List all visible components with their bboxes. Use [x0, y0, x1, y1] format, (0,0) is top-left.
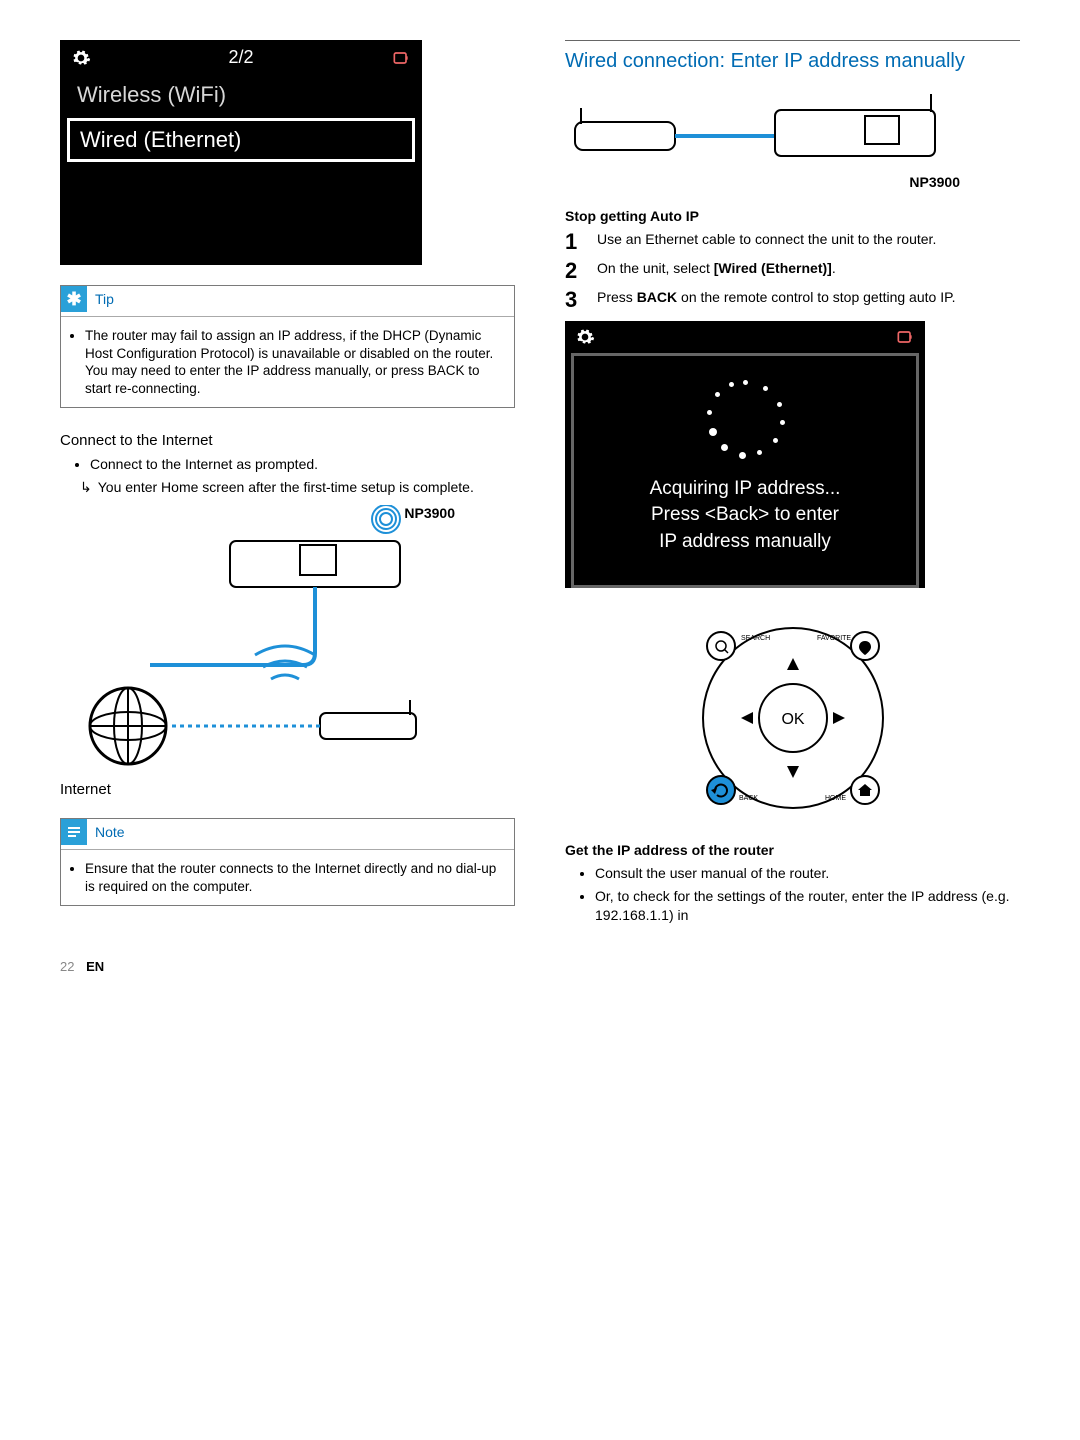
- note-title: Note: [95, 824, 125, 840]
- connect-internet-heading: Connect to the Internet: [60, 432, 515, 449]
- page-number: 22: [60, 959, 74, 974]
- acquiring-ip-screen: Acquiring IP address... Press <Back> to …: [565, 321, 925, 589]
- connect-internet-b1: Connect to the Internet as prompted.: [90, 455, 515, 474]
- tip-icon: ✱: [61, 286, 87, 312]
- internet-diagram: NP3900: [60, 505, 515, 775]
- remote-control: OK SEARCH FAVORITE BACK: [565, 618, 1020, 818]
- internet-label: Internet: [60, 781, 515, 798]
- get-ip-b2: Or, to check for the settings of the rou…: [595, 887, 1020, 925]
- battery-icon: [391, 49, 411, 67]
- gear-icon: [71, 48, 91, 68]
- battery-icon: [895, 328, 915, 346]
- tip-callout: ✱ Tip The router may fail to assign an I…: [60, 285, 515, 408]
- connect-internet-sub1: You enter Home screen after the first-ti…: [98, 478, 474, 497]
- favorite-label: FAVORITE: [817, 635, 851, 642]
- stop-auto-ip-heading: Stop getting Auto IP: [565, 208, 1020, 224]
- spinner-line2: Press <Back> to enter: [594, 502, 896, 529]
- home-label: HOME: [825, 795, 846, 802]
- spinner-line3: IP address manually: [594, 529, 896, 556]
- step-3: Press BACK on the remote control to stop…: [565, 288, 1020, 307]
- note-body: Ensure that the router connects to the I…: [85, 860, 504, 895]
- spinner-icon: [705, 380, 785, 460]
- note-icon: [61, 819, 87, 845]
- np3900-label: NP3900: [404, 505, 455, 521]
- tip-title: Tip: [95, 291, 114, 307]
- get-ip-heading: Get the IP address of the router: [565, 842, 1020, 858]
- result-arrow-icon: ↳: [80, 478, 92, 497]
- step-1: Use an Ethernet cable to connect the uni…: [565, 230, 1020, 249]
- note-callout: Note Ensure that the router connects to …: [60, 818, 515, 906]
- page-footer: 22 EN: [60, 959, 1020, 974]
- search-label: SEARCH: [741, 635, 770, 642]
- page-lang: EN: [86, 959, 104, 974]
- step-2: On the unit, select [Wired (Ethernet)].: [565, 259, 1020, 278]
- wired-manual-heading: Wired connection: Enter IP address manua…: [565, 49, 1020, 74]
- back-label: BACK: [739, 795, 758, 802]
- gear-icon: [575, 327, 595, 347]
- spinner-line1: Acquiring IP address...: [594, 476, 896, 503]
- page-indicator: 2/2: [91, 47, 391, 68]
- get-ip-b1: Consult the user manual of the router.: [595, 864, 1020, 883]
- menu-item-ethernet[interactable]: Wired (Ethernet): [67, 118, 415, 162]
- device-menu-screen: 2/2 Wireless (WiFi) Wired (Ethernet): [60, 40, 422, 265]
- np3900-label-2: NP3900: [565, 174, 1020, 190]
- menu-item-wifi[interactable]: Wireless (WiFi): [61, 74, 421, 116]
- ok-label: OK: [781, 711, 804, 728]
- router-unit-diagram: NP3900: [565, 84, 1020, 190]
- tip-body: The router may fail to assign an IP addr…: [85, 327, 504, 397]
